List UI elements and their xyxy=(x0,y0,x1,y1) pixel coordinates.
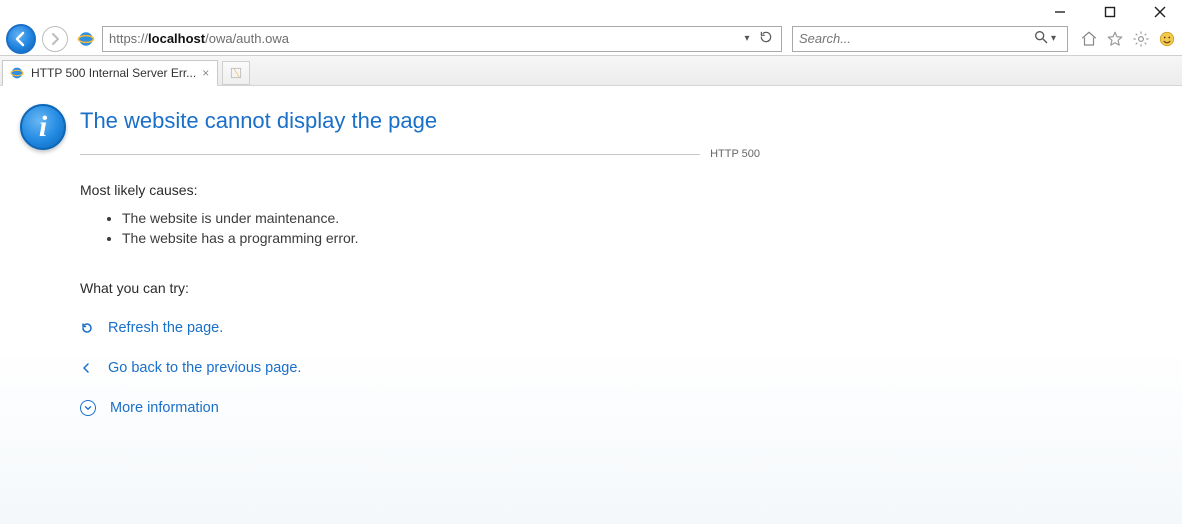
url-text: https://localhost/owa/auth.owa xyxy=(109,31,735,46)
search-bar[interactable]: ▾ xyxy=(792,26,1068,52)
url-dropdown-icon[interactable]: ▾ xyxy=(741,33,753,44)
ie-logo-icon xyxy=(76,29,96,49)
search-dropdown-icon[interactable]: ▾ xyxy=(1051,33,1061,44)
browser-toolbar: https://localhost/owa/auth.owa ▾ ▾ xyxy=(0,24,1182,56)
back-button[interactable] xyxy=(6,24,36,54)
maximize-button[interactable] xyxy=(1096,2,1124,22)
page-title: The website cannot display the page xyxy=(80,108,1182,134)
refresh-bullet-icon xyxy=(80,321,94,335)
search-icon[interactable] xyxy=(1033,29,1049,48)
window-titlebar xyxy=(0,0,1182,24)
title-separator: HTTP 500 xyxy=(80,148,760,160)
address-bar[interactable]: https://localhost/owa/auth.owa ▾ xyxy=(102,26,782,52)
favorites-icon[interactable] xyxy=(1106,30,1124,48)
tab-favicon-ie-icon xyxy=(9,65,25,81)
tab-strip: HTTP 500 Internal Server Err... × xyxy=(0,56,1182,86)
list-item: The website is under maintenance. xyxy=(122,210,1182,226)
refresh-icon[interactable] xyxy=(759,30,775,47)
causes-list: The website is under maintenance. The we… xyxy=(122,210,1182,246)
forward-button[interactable] xyxy=(42,26,68,52)
home-icon[interactable] xyxy=(1080,30,1098,48)
tools-icon[interactable] xyxy=(1132,30,1150,48)
list-item: The website has a programming error. xyxy=(122,230,1182,246)
http-status-code: HTTP 500 xyxy=(710,148,760,160)
try-item-more-info: More information xyxy=(80,400,1182,416)
try-item-refresh: Refresh the page. xyxy=(80,320,1182,336)
toolbar-right-icons xyxy=(1080,30,1176,48)
tab-close-icon[interactable]: × xyxy=(202,66,209,80)
causes-heading: Most likely causes: xyxy=(80,182,1182,198)
smiley-icon[interactable] xyxy=(1158,30,1176,48)
back-link[interactable]: Go back to the previous page. xyxy=(108,360,301,376)
refresh-link[interactable]: Refresh the page. xyxy=(108,320,223,336)
expand-chevron-icon[interactable] xyxy=(80,400,96,416)
tab-title: HTTP 500 Internal Server Err... xyxy=(31,66,196,80)
close-window-button[interactable] xyxy=(1146,2,1174,22)
try-item-back: Go back to the previous page. xyxy=(80,360,1182,376)
search-input[interactable] xyxy=(799,31,1029,46)
minimize-button[interactable] xyxy=(1046,2,1074,22)
more-info-link[interactable]: More information xyxy=(110,400,219,416)
page-content: i The website cannot display the page HT… xyxy=(0,86,1182,524)
try-heading: What you can try: xyxy=(80,280,1182,296)
tab-active[interactable]: HTTP 500 Internal Server Err... × xyxy=(2,60,218,86)
back-bullet-icon xyxy=(80,361,94,375)
info-icon: i xyxy=(20,104,66,150)
new-tab-button[interactable] xyxy=(222,61,250,85)
